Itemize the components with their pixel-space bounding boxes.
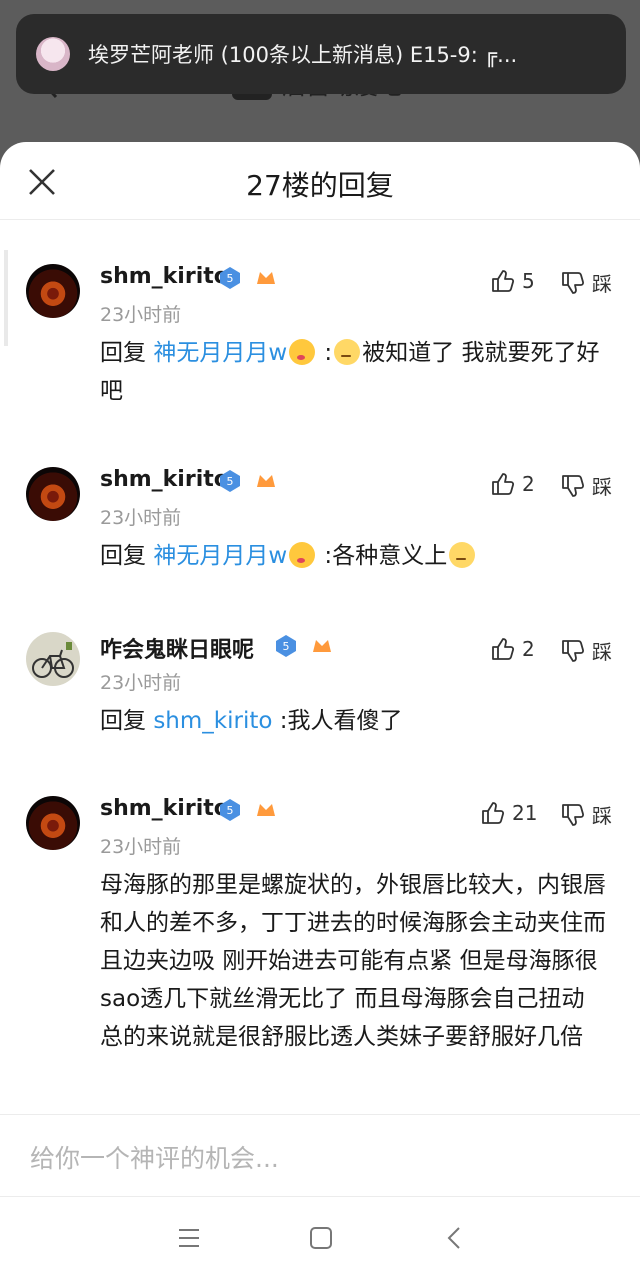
avatar[interactable] (26, 467, 80, 521)
mention-link[interactable]: 神无月月月w (153, 340, 287, 366)
back-nav-icon[interactable] (442, 1225, 468, 1251)
sheet-title: 27楼的回复 (246, 169, 394, 202)
menu-icon[interactable] (176, 1225, 202, 1251)
thumbs-up-icon (492, 473, 515, 495)
dislike-button[interactable]: 踩 (560, 636, 612, 665)
like-button[interactable]: 2 (490, 636, 535, 662)
member-badge-icon (313, 640, 331, 652)
comment-input[interactable]: 给你一个神评的机会... (0, 1114, 640, 1196)
mention-link[interactable]: shm_kirito (153, 708, 272, 734)
sweat-emoji-icon (449, 542, 476, 568)
timestamp: 23小时前 (100, 507, 182, 529)
reply-content: 回复 shm_kirito :我人看傻了 (100, 702, 612, 740)
bicycle-icon (32, 642, 74, 678)
sheet-header: 27楼的回复 (0, 142, 640, 220)
replies-sheet: 27楼的回复 shm_kirito 5 23小时前 5 踩 回复 神无月月月w … (0, 142, 640, 1280)
reply-prefix: 回复 (100, 340, 146, 366)
like-count: 5 (522, 269, 535, 293)
scroll-indicator (4, 250, 8, 346)
level-badge-icon: 5 (220, 799, 240, 821)
timestamp: 23小时前 (100, 836, 182, 858)
reply-content: 回复 神无月月月w : 被知道了 我就要死了好吧 (100, 339, 600, 404)
like-count: 21 (512, 801, 538, 825)
reply-text: :我人看傻了 (279, 708, 403, 734)
dislike-label: 踩 (592, 804, 612, 828)
thumbs-down-icon (562, 271, 585, 294)
reply-content: 母海豚的那里是螺旋状的，外银唇比较大，内银唇和人的差不多，丁丁进去的时候海豚会主… (100, 872, 606, 1050)
thumbs-down-icon (562, 803, 585, 826)
reply-text: 各种意义上 (332, 543, 448, 569)
level-badge-icon: 5 (220, 267, 240, 289)
timestamp: 23小时前 (100, 304, 182, 326)
timestamp: 23小时前 (100, 672, 182, 694)
username[interactable]: shm_kirito (100, 264, 229, 289)
avatar[interactable] (26, 796, 80, 850)
dislike-label: 踩 (592, 475, 612, 499)
thumbs-up-icon (492, 270, 515, 292)
like-button[interactable]: 2 (490, 471, 535, 497)
svg-text:5: 5 (227, 804, 234, 817)
input-placeholder: 给你一个神评的机会... (30, 1144, 279, 1173)
member-badge-icon (257, 475, 275, 487)
dislike-label: 踩 (592, 272, 612, 296)
reply-content: 回复 神无月月月w :各种意义上 (100, 537, 612, 575)
svg-text:5: 5 (227, 272, 234, 285)
level-badge-icon: 5 (276, 635, 296, 657)
notification-avatar (36, 37, 70, 71)
like-button[interactable]: 5 (490, 268, 535, 294)
avatar[interactable] (26, 264, 80, 318)
reply-prefix: 回复 (100, 543, 146, 569)
sweat-emoji-icon (334, 339, 361, 365)
username[interactable]: shm_kirito (100, 796, 229, 821)
mention-link[interactable]: 神无月月月w (153, 543, 287, 569)
dislike-button[interactable]: 踩 (560, 800, 612, 829)
kiss-emoji-icon (289, 339, 316, 365)
thumbs-down-icon (562, 474, 585, 497)
level-badge-icon: 5 (220, 470, 240, 492)
system-nav-bar (0, 1196, 640, 1280)
svg-text:5: 5 (283, 640, 290, 653)
svg-text:5: 5 (227, 475, 234, 488)
like-count: 2 (522, 472, 535, 496)
like-button[interactable]: 21 (480, 800, 537, 826)
dislike-label: 踩 (592, 640, 612, 664)
dislike-button[interactable]: 踩 (560, 268, 612, 297)
notification-text: 埃罗芒阿老师 (100条以上新消息) E15-9: ╔... (88, 43, 518, 67)
member-badge-icon (257, 804, 275, 816)
thumbs-down-icon (562, 639, 585, 662)
avatar[interactable] (26, 632, 80, 686)
reply-prefix: 回复 (100, 708, 146, 734)
dislike-button[interactable]: 踩 (560, 471, 612, 500)
notification-banner[interactable]: 埃罗芒阿老师 (100条以上新消息) E15-9: ╔... (16, 14, 626, 94)
home-icon[interactable] (308, 1225, 334, 1251)
thumbs-up-icon (482, 802, 505, 824)
member-badge-icon (257, 272, 275, 284)
like-count: 2 (522, 637, 535, 661)
username[interactable]: 咋会鬼眯日眼呢 (100, 632, 254, 664)
kiss-emoji-icon (289, 542, 316, 568)
thumbs-up-icon (492, 638, 515, 660)
username[interactable]: shm_kirito (100, 467, 229, 492)
